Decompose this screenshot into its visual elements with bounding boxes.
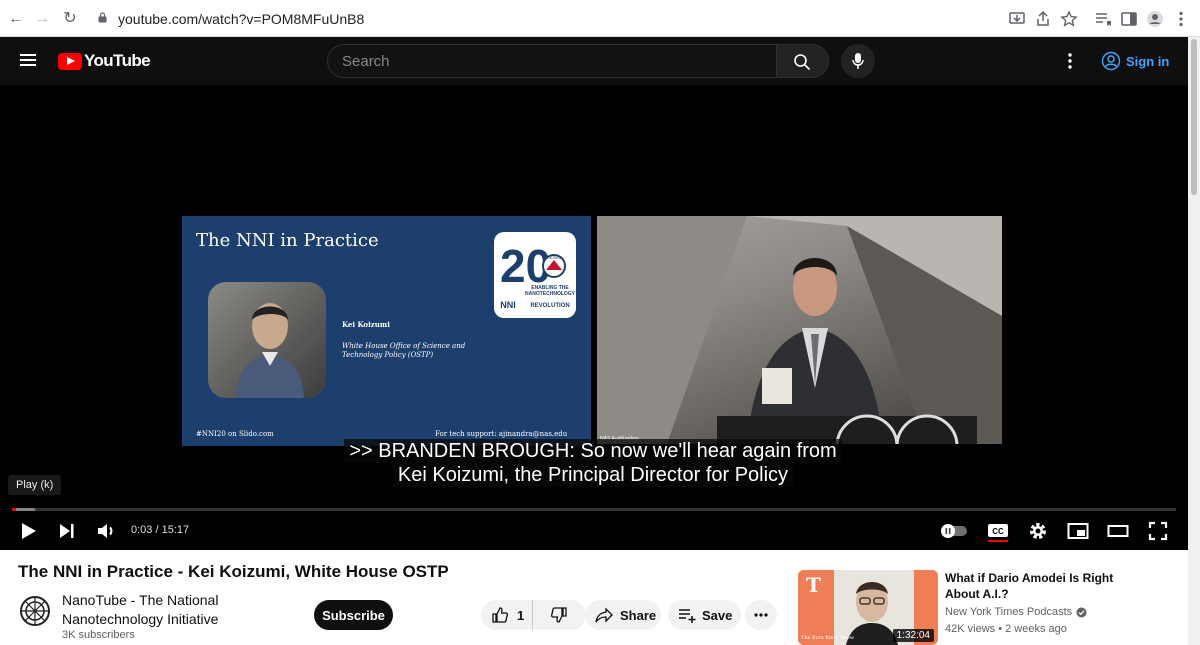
caption-line-1: >> BRANDEN BROUGH: So now we'll hear aga… [344,439,842,463]
subscriber-count: 3K subscribers [62,629,135,641]
progress-bar[interactable] [12,508,1176,511]
like-dislike-group: 1 [481,600,586,630]
settings-dots-icon[interactable] [1060,51,1080,71]
svg-text:REVOLUTION: REVOLUTION [530,303,569,309]
nni-badge-graphic: 20 YEARS ENABLING THE NANOTECHNOLOGY REV… [500,240,576,310]
slide-speaker-name: Kei Koizumi [342,320,390,329]
microphone-icon [852,53,864,69]
speaker-scene [597,216,1002,444]
page-scrollbar[interactable] [1188,37,1200,645]
slide-footer-hashtag: #NNI20 on Slido.com [196,430,274,438]
svg-text:NANOTECHNOLOGY: NANOTECHNOLOGY [525,291,576,297]
channel-avatar[interactable] [19,595,51,627]
thumbs-down-icon [551,607,567,623]
autoplay-toggle-icon[interactable] [940,519,968,543]
subtitles-button[interactable]: CC [986,519,1010,543]
video-title: The NNI in Practice - Kei Koizumi, White… [18,562,449,581]
bookmark-star-icon[interactable] [1059,9,1079,29]
next-icon[interactable] [55,519,79,543]
time-display: 0:03 / 15:17 [131,524,190,536]
closed-captions: >> BRANDEN BROUGH: So now we'll hear aga… [343,439,843,487]
sign-in-label: Sign in [1126,53,1170,69]
recommended-thumbnail[interactable]: T The Ezra Klein Show 1:32:04 [798,570,938,645]
recommended-duration: 1:32:04 [892,629,934,642]
share-icon [595,607,613,623]
share-button[interactable]: Share [585,600,661,630]
theater-mode-icon[interactable] [1106,519,1130,543]
reload-icon[interactable]: ↻ [60,9,80,29]
more-horizontal-icon [754,613,768,617]
youtube-page: YouTube Sign in The NNI in Practice [0,37,1200,645]
play-tooltip: Play (k) [8,475,62,495]
profile-icon[interactable] [1145,9,1165,29]
speaker-photo [208,282,326,398]
settings-gear-icon[interactable] [1026,519,1050,543]
slide-title: The NNI in Practice [196,230,379,251]
video-info: The NNI in Practice - Kei Koizumi, White… [0,550,1188,645]
scrollbar-thumb[interactable] [1191,39,1197,195]
subscribe-button[interactable]: Subscribe [314,600,393,630]
fullscreen-icon[interactable] [1146,519,1170,543]
save-label: Save [702,607,733,623]
reading-list-icon[interactable] [1093,9,1113,29]
recommended-channel[interactable]: New York Times Podcasts [945,606,1087,618]
lock-icon [98,12,107,23]
svg-text:CC: CC [992,527,1004,536]
svg-text:NNI: NNI [500,300,516,310]
nni-20-years-badge: 20 YEARS ENABLING THE NANOTECHNOLOGY REV… [494,232,576,318]
share-page-icon[interactable] [1033,9,1053,29]
more-actions-button[interactable] [745,600,777,630]
url-text: youtube.com/watch?v=POM8MFuUnB8 [118,11,365,27]
recommended-meta: 42K views • 2 weeks ago [945,623,1067,635]
cc-icon: CC [988,524,1008,542]
recommended-channel-name: New York Times Podcasts [945,606,1073,618]
side-panel-icon[interactable] [1119,9,1139,29]
browser-toolbar: ← → ↻ youtube.com/watch?v=POM8MFuUnB8 [0,0,1200,37]
thumbs-up-icon [492,607,508,623]
like-button[interactable]: 1 [481,600,533,630]
volume-icon[interactable] [95,519,119,543]
youtube-header: YouTube Sign in [0,37,1188,85]
svg-text:T: T [806,573,821,597]
browser-menu-icon[interactable] [1171,9,1191,29]
search-input[interactable] [342,53,742,70]
save-playlist-icon [679,609,696,623]
progress-played [12,508,16,511]
account-icon [1101,51,1121,71]
like-count: 1 [517,607,525,623]
search-icon [794,54,811,71]
play-icon[interactable] [16,519,40,543]
video-player[interactable]: The NNI in Practice 20 YEARS ENABLING TH… [0,85,1188,550]
install-icon[interactable] [1007,9,1027,29]
search-box [327,44,776,78]
sign-in-button[interactable]: Sign in [1101,51,1169,71]
nanotube-logo-icon [20,596,50,626]
svg-text:YEARS: YEARS [546,255,561,260]
caption-line-2: Kei Koizumi, the Principal Director for … [392,463,794,487]
speaker-silhouette [236,303,304,398]
forward-icon[interactable]: → [32,9,52,29]
speaker-video-feed: NAS AudiKorders [597,216,1002,444]
voice-search-button[interactable] [841,44,875,78]
youtube-logo[interactable]: YouTube [58,51,151,70]
menu-icon[interactable] [20,54,36,66]
slide-footer-support: For tech support: ajinandra@nas.edu [435,430,568,438]
channel-name[interactable]: NanoTube - The National Nanotechnology I… [62,591,302,629]
share-label: Share [620,607,657,623]
search-button[interactable] [776,44,829,78]
thumbnail-show-title: The Ezra Klein Show [801,635,854,641]
presentation-slide: The NNI in Practice 20 YEARS ENABLING TH… [182,216,591,446]
verified-check-icon [1076,607,1087,617]
slide-speaker-affiliation: White House Office of Science and Techno… [342,342,466,359]
logo-text: YouTube [84,51,151,70]
recommended-title[interactable]: What if Dario Amodei Is Right About A.I.… [945,570,1115,602]
dislike-button[interactable] [533,600,585,630]
miniplayer-icon[interactable] [1066,519,1090,543]
youtube-play-logo-icon [58,52,82,70]
save-button[interactable]: Save [668,600,741,630]
address-bar[interactable]: youtube.com/watch?v=POM8MFuUnB8 [88,6,1008,32]
back-icon[interactable]: ← [6,9,26,29]
